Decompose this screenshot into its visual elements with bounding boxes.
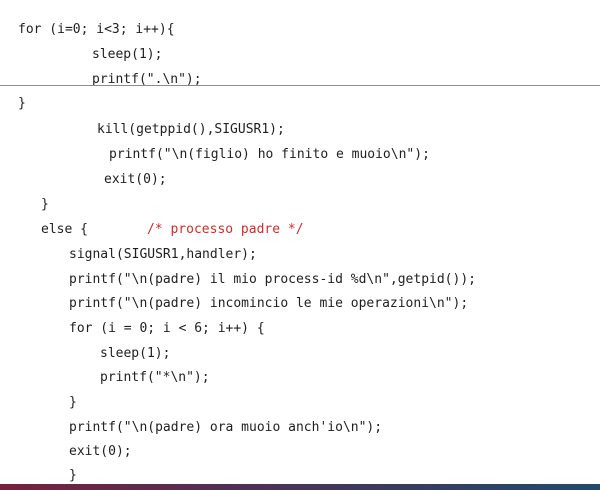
code-line-printf-pid: printf("\n(padre) il mio process-id %d\n… xyxy=(69,272,476,287)
code-line-printf-muoio: printf("\n(padre) ora muoio anch'io\n"); xyxy=(69,420,383,435)
code-line-for-loop-parent: for (i = 0; i < 6; i++) { xyxy=(69,321,265,336)
code-line-else: else { xyxy=(41,222,88,237)
code-line-printf-operazioni: printf("\n(padre) incomincio le mie oper… xyxy=(69,296,469,311)
code-line-close-brace: } xyxy=(69,468,77,483)
slide-separator-line xyxy=(0,85,600,86)
code-line-close-brace: } xyxy=(69,395,77,410)
code-line-kill: kill(getppid(),SIGUSR1); xyxy=(97,122,285,137)
code-line-printf-star: printf("*\n"); xyxy=(100,370,210,385)
code-line-exit-parent: exit(0); xyxy=(69,444,132,459)
code-line-close-brace: } xyxy=(18,96,26,111)
code-line-close-brace: } xyxy=(41,197,49,212)
slide-footer-bar xyxy=(0,484,600,490)
code-slide: for (i=0; i<3; i++){ sleep(1); printf(".… xyxy=(0,0,600,490)
code-comment-processo-padre: /* processo padre */ xyxy=(147,222,304,237)
code-line-for-loop: for (i=0; i<3; i++){ xyxy=(18,22,175,37)
code-line-exit-child: exit(0); xyxy=(104,172,167,187)
code-line-signal: signal(SIGUSR1,handler); xyxy=(69,247,257,262)
code-line-sleep: sleep(1); xyxy=(92,47,163,62)
code-line-printf-figlio: printf("\n(figlio) ho finito e muoio\n")… xyxy=(109,147,430,162)
code-line-sleep-parent: sleep(1); xyxy=(100,346,171,361)
